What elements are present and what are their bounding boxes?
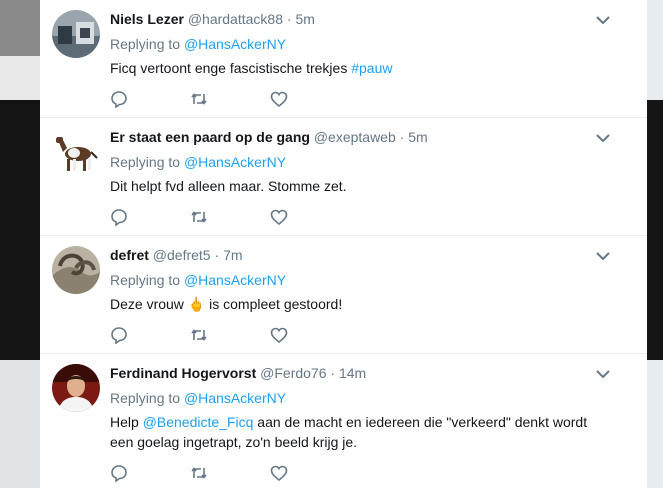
- replying-to-label: Replying to: [110, 36, 181, 52]
- avatar[interactable]: [52, 10, 100, 58]
- tweet-text-body: Dit helpt fvd alleen maar. Stomme zet.: [110, 178, 347, 194]
- timestamp[interactable]: 5m: [408, 129, 427, 145]
- tweet-text-body: Help: [110, 414, 139, 430]
- middle-finger-emoji: 🖕: [187, 296, 206, 312]
- background-nav: [0, 56, 40, 100]
- user-handle[interactable]: @Ferdo76: [260, 365, 326, 381]
- tweet-header: defret @defret5 · 7m: [110, 247, 243, 263]
- replying-to-label: Replying to: [110, 272, 181, 288]
- tweet-text: Ficq vertoont enge fascistische trekjes …: [110, 58, 610, 78]
- like-icon[interactable]: [270, 208, 288, 226]
- tweet-actions: [110, 326, 360, 345]
- separator-dot: ·: [330, 365, 336, 381]
- avatar[interactable]: [52, 364, 100, 412]
- replying-to-link[interactable]: @HansAckerNY: [184, 36, 286, 52]
- replying-to-link[interactable]: @HansAckerNY: [184, 390, 286, 406]
- tweet-text: Deze vrouw 🖕 is compleet gestoord!: [110, 294, 610, 314]
- chevron-down-icon[interactable]: [595, 12, 611, 28]
- separator-dot: ·: [286, 11, 292, 27]
- tweet[interactable]: Er staat een paard op de gang @exeptaweb…: [40, 118, 647, 236]
- like-icon[interactable]: [270, 326, 288, 344]
- replying-to-link[interactable]: @HansAckerNY: [184, 272, 286, 288]
- reply-icon[interactable]: [110, 208, 128, 227]
- tweet[interactable]: defret @defret5 · 7m Replying to @HansAc…: [40, 236, 647, 354]
- tweet-header: Er staat een paard op de gang @exeptaweb…: [110, 129, 428, 145]
- replying-to: Replying to @HansAckerNY: [110, 272, 286, 288]
- tweet-actions: [110, 90, 360, 109]
- replying-to-label: Replying to: [110, 390, 181, 406]
- retweet-icon[interactable]: [190, 90, 208, 108]
- tweet[interactable]: Ferdinand Hogervorst @Ferdo76 · 14m Repl…: [40, 354, 647, 488]
- tweet-text-body: Ficq vertoont enge fascistische trekjes: [110, 60, 348, 76]
- replying-to: Replying to @HansAckerNY: [110, 390, 286, 406]
- display-name[interactable]: defret: [110, 247, 149, 263]
- tweet-text: Dit helpt fvd alleen maar. Stomme zet.: [110, 176, 610, 196]
- background-lower: [0, 360, 40, 488]
- replying-to: Replying to @HansAckerNY: [110, 36, 286, 52]
- timestamp[interactable]: 14m: [339, 365, 366, 381]
- tweet-text-body-continued: is compleet gestoord!: [209, 296, 343, 312]
- display-name[interactable]: Ferdinand Hogervorst: [110, 365, 256, 381]
- replying-to-link[interactable]: @HansAckerNY: [184, 154, 286, 170]
- background-media: [0, 100, 40, 360]
- user-handle[interactable]: @exeptaweb: [314, 129, 396, 145]
- avatar[interactable]: [52, 128, 100, 176]
- tweet-actions: [110, 464, 360, 483]
- chevron-down-icon[interactable]: [595, 248, 611, 264]
- user-handle[interactable]: @defret5: [153, 247, 211, 263]
- replies-panel: Niels Lezer @hardattack88 · 5m Replying …: [40, 0, 647, 488]
- display-name[interactable]: Er staat een paard op de gang: [110, 129, 310, 145]
- separator-dot: ·: [214, 247, 220, 263]
- mention-link[interactable]: @Benedicte_Ficq: [143, 414, 254, 430]
- display-name[interactable]: Niels Lezer: [110, 11, 184, 27]
- chevron-down-icon[interactable]: [595, 366, 611, 382]
- user-handle[interactable]: @hardattack88: [188, 11, 283, 27]
- reply-icon[interactable]: [110, 464, 128, 483]
- background-right-media: [647, 100, 663, 360]
- hashtag-link[interactable]: #pauw: [351, 60, 392, 76]
- like-icon[interactable]: [270, 90, 288, 108]
- retweet-icon[interactable]: [190, 208, 208, 226]
- avatar[interactable]: [52, 246, 100, 294]
- timestamp[interactable]: 7m: [223, 247, 242, 263]
- retweet-icon[interactable]: [190, 326, 208, 344]
- separator-dot: ·: [399, 129, 405, 145]
- tweet-header: Ferdinand Hogervorst @Ferdo76 · 14m: [110, 365, 366, 381]
- background-header: [0, 0, 40, 56]
- like-icon[interactable]: [270, 464, 288, 482]
- reply-icon[interactable]: [110, 326, 128, 345]
- chevron-down-icon[interactable]: [595, 130, 611, 146]
- tweet-header: Niels Lezer @hardattack88 · 5m: [110, 11, 315, 27]
- tweet-text-body: Deze vrouw: [110, 296, 184, 312]
- retweet-icon[interactable]: [190, 464, 208, 482]
- tweet-text: Help @Benedicte_Ficq aan de macht en ied…: [110, 412, 610, 452]
- tweet[interactable]: Niels Lezer @hardattack88 · 5m Replying …: [40, 0, 647, 118]
- reply-icon[interactable]: [110, 90, 128, 109]
- tweet-actions: [110, 208, 360, 227]
- timestamp[interactable]: 5m: [295, 11, 314, 27]
- replying-to: Replying to @HansAckerNY: [110, 154, 286, 170]
- replying-to-label: Replying to: [110, 154, 181, 170]
